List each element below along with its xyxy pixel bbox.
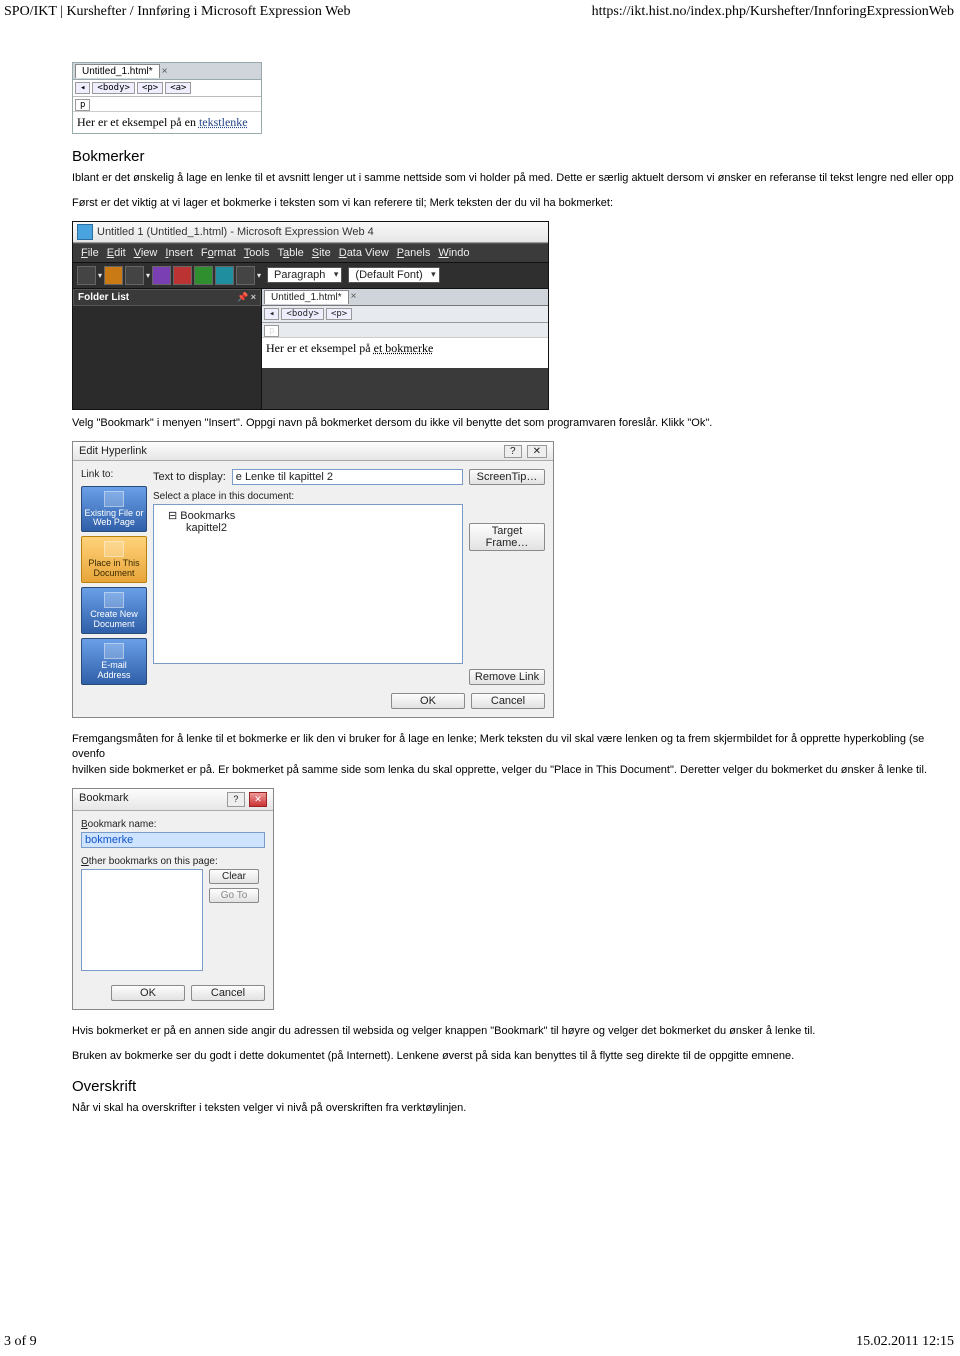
fig-bookmark-dialog: Bookmark ? ✕ Bookmark name: bokmerke Oth… bbox=[72, 788, 274, 1010]
menubar[interactable]: File Edit View Insert Format Tools Table… bbox=[73, 243, 548, 263]
toolbar-btn[interactable] bbox=[77, 266, 96, 285]
crumb-a[interactable]: <a> bbox=[165, 82, 191, 94]
tree-item[interactable]: kapittel2 bbox=[186, 522, 456, 534]
side-email[interactable]: E-mail Address bbox=[81, 638, 147, 685]
bookmark-name-input[interactable]: bokmerke bbox=[81, 832, 265, 848]
menu-panels[interactable]: Panels bbox=[397, 247, 431, 259]
menu-file[interactable]: File bbox=[81, 247, 99, 259]
para-bookmark-other-page: Hvis bokmerket er på en annen side angir… bbox=[72, 1024, 960, 1039]
fig2-text: Her er et eksempel på bbox=[266, 341, 374, 355]
header-left: SPO/IKT | Kurshefter / Innføring i Micro… bbox=[4, 4, 350, 20]
select-place-label: Select a place in this document: bbox=[153, 491, 463, 502]
menu-site[interactable]: Site bbox=[312, 247, 331, 259]
p-indicator: p bbox=[75, 99, 90, 111]
tree-root-bookmarks[interactable]: ⊟ Bookmarks bbox=[168, 509, 456, 522]
dialog-title: Edit Hyperlink bbox=[79, 445, 147, 457]
close-icon[interactable]: ✕ bbox=[249, 792, 267, 807]
menu-format[interactable]: Format bbox=[201, 247, 236, 259]
crumb-body[interactable]: <body> bbox=[92, 82, 135, 94]
toolbar-btn[interactable] bbox=[104, 266, 123, 285]
help-icon[interactable]: ? bbox=[227, 792, 245, 807]
crumb-body[interactable]: <body> bbox=[281, 308, 324, 320]
side-existing[interactable]: Existing File or Web Page bbox=[81, 486, 147, 533]
fig-edit-hyperlink-dialog: Edit Hyperlink ? ✕ Link to: Existing Fil… bbox=[72, 441, 554, 718]
fig1-text: Her er et eksempel på en bbox=[77, 115, 199, 129]
ok-button[interactable]: OK bbox=[111, 985, 185, 1001]
folder-list-label: Folder List bbox=[78, 292, 129, 303]
fig1-link[interactable]: tekstlenke bbox=[199, 115, 248, 129]
crumb-arrow[interactable]: ◂ bbox=[75, 82, 90, 94]
panel-pin-icon[interactable]: 📌 × bbox=[237, 292, 256, 303]
bookmark-tree[interactable]: ⊟ Bookmarks kapittel2 bbox=[153, 504, 463, 664]
crumb-p[interactable]: <p> bbox=[137, 82, 163, 94]
other-bookmarks-list[interactable] bbox=[81, 869, 203, 971]
close-icon[interactable]: × bbox=[162, 66, 168, 77]
menu-table[interactable]: Table bbox=[277, 247, 303, 259]
file-icon bbox=[104, 491, 124, 507]
close-icon[interactable]: ✕ bbox=[527, 445, 547, 458]
remove-link-button[interactable]: Remove Link bbox=[469, 669, 545, 685]
menu-view[interactable]: View bbox=[134, 247, 158, 259]
timestamp: 15.02.2011 12:15 bbox=[856, 1334, 954, 1350]
editor-tab[interactable]: Untitled_1.html* bbox=[75, 64, 160, 78]
para-bookmark-usage: Bruken av bokmerke ser du godt i dette d… bbox=[72, 1049, 960, 1064]
header-right: https://ikt.hist.no/index.php/Kurshefter… bbox=[592, 4, 954, 20]
toolbar-btn[interactable] bbox=[125, 266, 144, 285]
toolbar-btn[interactable] bbox=[236, 266, 255, 285]
linkto-label: Link to: bbox=[81, 469, 147, 480]
help-icon[interactable]: ? bbox=[504, 445, 522, 458]
page-indicator: 3 of 9 bbox=[4, 1334, 37, 1350]
text-to-display-label: Text to display: bbox=[153, 471, 226, 483]
toolbar-btn[interactable] bbox=[215, 266, 234, 285]
fig-editor-snippet: Untitled_1.html* × ◂ <body> <p> <a> p He… bbox=[72, 62, 262, 134]
menu-edit[interactable]: Edit bbox=[107, 247, 126, 259]
para-method-2: hvilken side bokmerket er på. Er bokmerk… bbox=[72, 763, 960, 778]
toolbar-btn[interactable] bbox=[152, 266, 171, 285]
side-create-new[interactable]: Create New Document bbox=[81, 587, 147, 634]
other-bookmarks-label: Other bookmarks on this page: bbox=[81, 856, 265, 867]
para-method-1: Fremgangsmåten for å lenke til et bokmer… bbox=[72, 732, 960, 762]
fig-expression-web: Untitled 1 (Untitled_1.html) - Microsoft… bbox=[72, 221, 549, 410]
heading-bokmerker: Bokmerker bbox=[72, 148, 960, 165]
para-overskrift: Når vi skal ha overskrifter i teksten ve… bbox=[72, 1101, 960, 1116]
anchor-icon bbox=[104, 541, 124, 557]
fig2-bookmark-text: et bokmerke bbox=[374, 341, 434, 355]
crumb-arrow[interactable]: ◂ bbox=[264, 308, 279, 320]
para-2: Først er det viktig at vi lager et bokme… bbox=[72, 196, 960, 211]
clear-button[interactable]: Clear bbox=[209, 869, 259, 884]
para-1: Iblant er det ønskelig å lage en lenke t… bbox=[72, 171, 960, 186]
app-title: Untitled 1 (Untitled_1.html) - Microsoft… bbox=[97, 226, 374, 238]
menu-dataview[interactable]: Data View bbox=[339, 247, 389, 259]
side-place-in-doc[interactable]: Place in This Document bbox=[81, 536, 147, 583]
menu-window[interactable]: Windo bbox=[438, 247, 469, 259]
toolbar-btn[interactable] bbox=[173, 266, 192, 285]
menu-insert[interactable]: Insert bbox=[165, 247, 193, 259]
target-frame-button[interactable]: Target Frame… bbox=[469, 523, 545, 551]
menu-tools[interactable]: Tools bbox=[244, 247, 270, 259]
close-icon[interactable]: × bbox=[351, 291, 357, 302]
screentip-button[interactable]: ScreenTip… bbox=[469, 469, 545, 485]
bookmark-name-label: Bookmark name: bbox=[81, 819, 265, 830]
toolbar-btn[interactable] bbox=[194, 266, 213, 285]
p-indicator: p bbox=[264, 325, 279, 337]
app-icon bbox=[77, 224, 93, 240]
goto-button[interactable]: Go To bbox=[209, 888, 259, 903]
paragraph-dropdown[interactable]: Paragraph bbox=[267, 267, 342, 283]
text-to-display-input[interactable]: e Lenke til kapittel 2 bbox=[232, 469, 463, 485]
cancel-button[interactable]: Cancel bbox=[191, 985, 265, 1001]
editor-tab[interactable]: Untitled_1.html* bbox=[264, 290, 349, 304]
cancel-button[interactable]: Cancel bbox=[471, 693, 545, 709]
heading-overskrift: Overskrift bbox=[72, 1078, 960, 1095]
font-dropdown[interactable]: (Default Font) bbox=[348, 267, 439, 283]
email-icon bbox=[104, 643, 124, 659]
ok-button[interactable]: OK bbox=[391, 693, 465, 709]
dialog-title: Bookmark bbox=[79, 792, 129, 807]
new-doc-icon bbox=[104, 592, 124, 608]
crumb-p[interactable]: <p> bbox=[326, 308, 352, 320]
toolbar: ▾ ▾ ▾ Paragraph (Default Font) bbox=[73, 263, 548, 289]
para-insert-bookmark: Velg "Bookmark" i menyen "Insert". Oppgi… bbox=[72, 416, 960, 431]
